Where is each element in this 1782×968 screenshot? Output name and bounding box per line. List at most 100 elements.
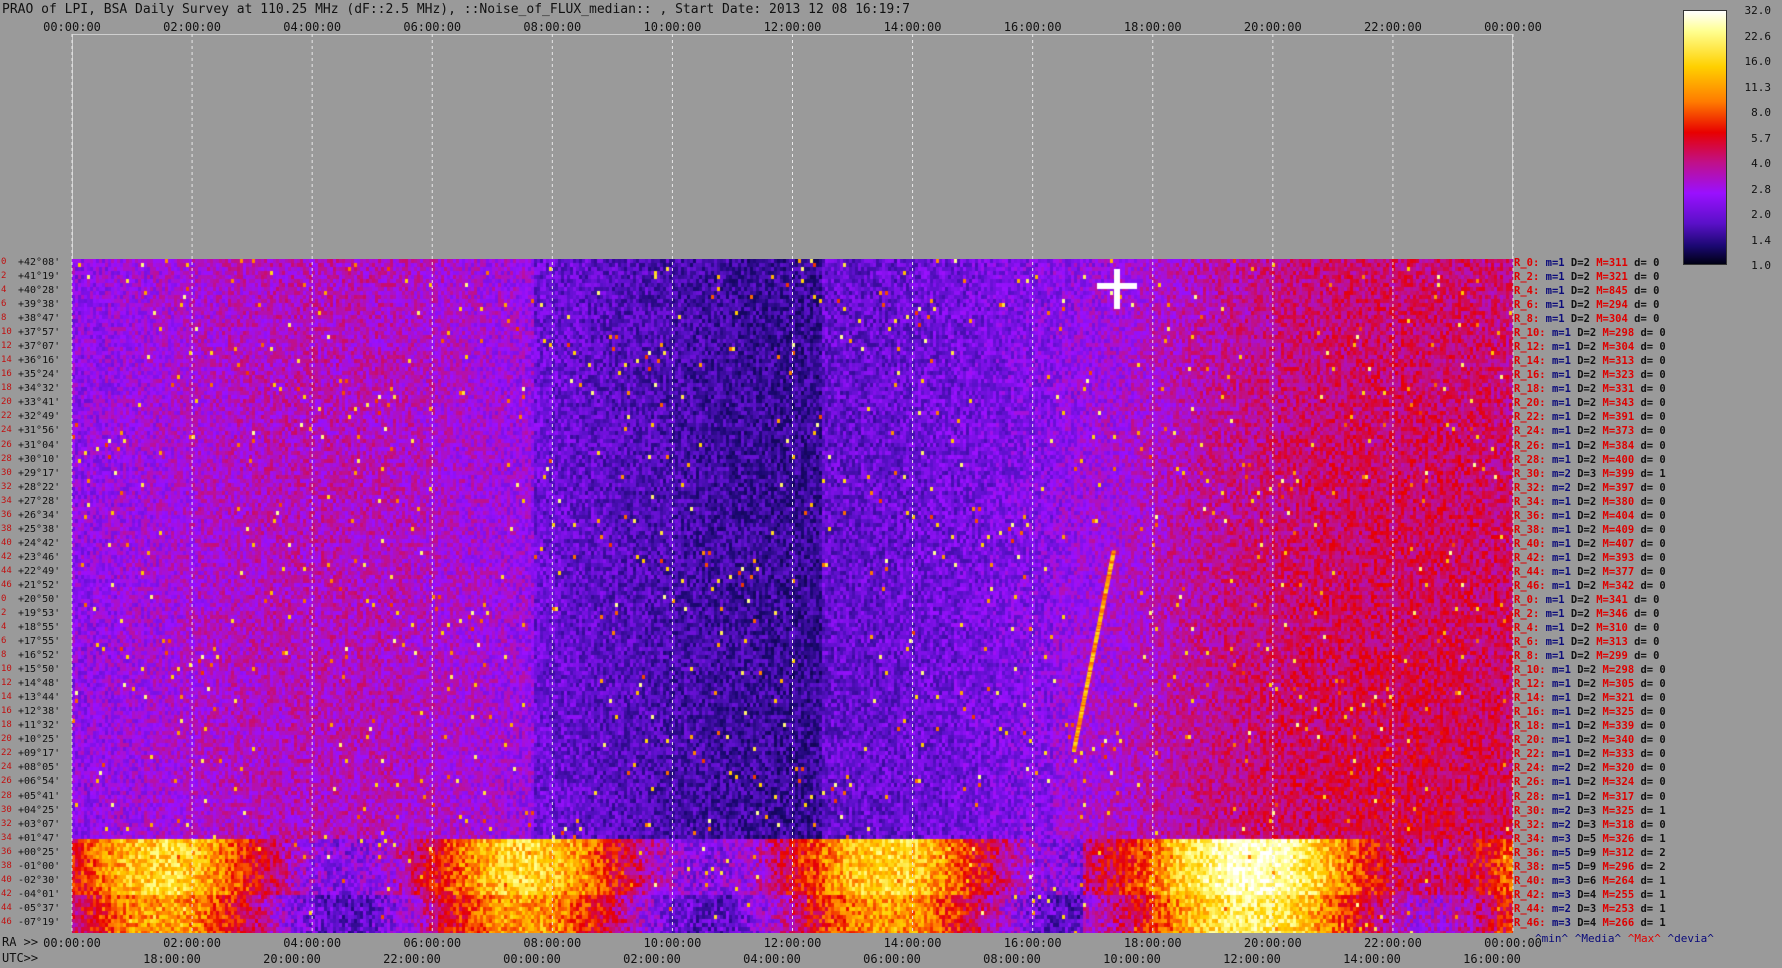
row-stat: R_38: m=1 D=2 M=409 d= 0	[1514, 524, 1666, 536]
row-stat: R_10: m=1 D=2 M=298 d= 0	[1514, 327, 1666, 339]
row-stat: R_46: m=3 D=4 M=266 d= 1	[1514, 917, 1666, 929]
row-stat-max: M=299	[1596, 650, 1628, 663]
row-stat-max: M=384	[1602, 439, 1635, 452]
row-stat-max: M=304	[1602, 341, 1635, 354]
dec-tick-label: +12°38'	[18, 706, 61, 718]
row-stat: R_42: m=1 D=2 M=393 d= 0	[1514, 552, 1666, 564]
ra-tick-label: 10:00:00	[643, 936, 702, 950]
row-stat-median: D=2	[1577, 383, 1597, 396]
row-stat-median: D=2	[1570, 299, 1590, 312]
row-stat-name: R_20:	[1514, 734, 1546, 747]
top-tick-label: 14:00:00	[883, 20, 942, 34]
dec-tick-label: +33°41'	[18, 397, 61, 409]
dec-tick-label: +23°46'	[18, 551, 61, 563]
colorbar-tick-label: 2.8	[1751, 182, 1771, 196]
dec-tick-label: +17°55'	[18, 636, 61, 648]
row-stat-name: R_24:	[1514, 762, 1546, 775]
row-stat-devia: d= 2	[1640, 860, 1666, 873]
row-stat-name: R_6:	[1514, 299, 1540, 312]
dec-tick-label: +31°04'	[18, 439, 61, 451]
row-stat-devia: d= 0	[1634, 313, 1660, 326]
row-stat-median: D=9	[1577, 860, 1597, 873]
colorbar-tick-label: 4.0	[1751, 157, 1771, 170]
dec-tick-label: +21°52'	[18, 579, 61, 591]
row-stat-min: m=1	[1545, 257, 1565, 269]
row-stat-devia: d= 0	[1640, 551, 1666, 564]
row-stat: R_14: m=1 D=2 M=313 d= 0	[1514, 355, 1666, 367]
row-stat-devia: d= 1	[1640, 804, 1666, 817]
row-stat-name: R_34:	[1514, 495, 1546, 508]
row-stat-median: D=2	[1570, 313, 1590, 326]
row-stat-max: M=317	[1602, 790, 1635, 803]
row-stat-devia: d= 0	[1634, 257, 1660, 269]
row-stat-max: M=346	[1596, 608, 1628, 620]
row-stat-devia: d= 0	[1640, 523, 1666, 536]
utc-tick-label: 06:00:00	[863, 952, 921, 966]
row-stat-max: M=845	[1596, 285, 1628, 298]
top-tick-label: 06:00:00	[403, 20, 462, 34]
row-index: 0	[1, 257, 7, 267]
row-stat-min: m=1	[1551, 664, 1571, 677]
row-stat-median: D=2	[1570, 650, 1590, 663]
row-stat-median: D=2	[1570, 636, 1590, 649]
row-stat-max: M=321	[1596, 271, 1628, 284]
row-stat: R_32: m=2 D=3 M=318 d= 0	[1514, 819, 1666, 831]
row-index: 24	[1, 425, 12, 436]
top-tick-label: 20:00:00	[1243, 20, 1302, 34]
dec-tick-label: +25°38'	[18, 523, 61, 535]
row-index: 8	[1, 313, 7, 324]
dec-tick-label: +08°05'	[18, 762, 61, 774]
legend-devia: ^devia^	[1667, 932, 1714, 945]
row-index: 10	[1, 664, 12, 675]
row-index: 8	[1, 650, 7, 661]
row-stat-median: D=2	[1577, 565, 1597, 578]
row-stat-min: m=1	[1545, 593, 1565, 606]
row-index: 32	[1, 481, 12, 492]
row-stat-min: m=1	[1551, 579, 1571, 592]
dec-tick-label: +00°25'	[18, 846, 61, 858]
row-stat-min: m=1	[1551, 495, 1571, 508]
row-stat-max: M=264	[1602, 874, 1635, 887]
row-stat-devia: d= 0	[1634, 608, 1660, 620]
dec-tick-label: +36°16'	[18, 355, 61, 367]
row-index: 10	[1, 327, 12, 338]
row-stat: R_14: m=1 D=2 M=321 d= 0	[1514, 692, 1666, 704]
row-stat: R_16: m=1 D=2 M=325 d= 0	[1514, 706, 1666, 718]
row-stat-name: R_2:	[1514, 271, 1540, 284]
row-index: 40	[1, 537, 12, 548]
heatmap	[72, 259, 1513, 933]
row-stat-min: m=3	[1551, 888, 1571, 901]
ra-tick-label: 20:00:00	[1243, 936, 1302, 950]
colorbar-tick-label: 5.7	[1751, 131, 1771, 145]
row-stat-max: M=340	[1602, 734, 1635, 747]
row-stat-devia: d= 1	[1640, 832, 1666, 845]
row-stat-devia: d= 0	[1640, 790, 1666, 803]
row-stat-devia: d= 0	[1634, 650, 1660, 663]
row-stat-devia: d= 0	[1640, 495, 1666, 508]
row-stat-name: R_12:	[1514, 678, 1546, 691]
dec-tick-label: -01°00'	[18, 860, 61, 872]
row-stat-devia: d= 0	[1640, 664, 1666, 677]
row-stat-devia: d= 0	[1640, 425, 1666, 438]
row-stat: R_46: m=1 D=2 M=342 d= 0	[1514, 580, 1666, 592]
row-stat-name: R_6:	[1514, 636, 1540, 649]
row-stat-median: D=3	[1577, 818, 1597, 831]
row-stat-devia: d= 0	[1634, 593, 1660, 606]
row-stat-median: D=2	[1577, 397, 1597, 410]
dec-tick-label: -07°19'	[18, 916, 61, 928]
legend-max: ^Max^	[1627, 932, 1661, 945]
row-index: 42	[1, 888, 12, 899]
row-stat-max: M=391	[1602, 411, 1635, 424]
row-stat-min: m=1	[1545, 313, 1565, 326]
row-stat-devia: d= 0	[1640, 341, 1666, 354]
row-stat-devia: d= 0	[1640, 678, 1666, 691]
row-stat-min: m=1	[1551, 425, 1571, 438]
row-stat-max: M=313	[1596, 636, 1628, 649]
dec-tick-label: +14°48'	[18, 678, 61, 690]
dec-tick-label: +15°50'	[18, 664, 61, 676]
row-stat-devia: d= 1	[1640, 916, 1666, 929]
row-index: 34	[1, 832, 12, 843]
row-stat-max: M=320	[1602, 762, 1635, 775]
row-stat: R_30: m=2 D=3 M=399 d= 1	[1514, 468, 1666, 480]
row-index: 44	[1, 565, 12, 576]
